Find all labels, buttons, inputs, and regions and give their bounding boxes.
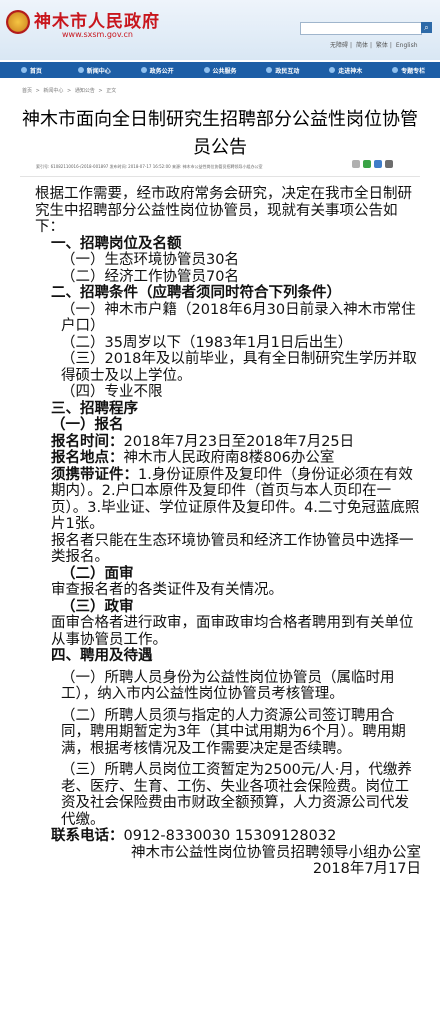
breadcrumb: 首页 > 新闻中心 > 通知公告 > 正文 (22, 87, 118, 94)
paragraph-text: （一）报名 (51, 417, 124, 433)
service-icon (203, 67, 210, 73)
article-paragraph: （二）35周岁以下（1983年1月1日后出生） (35, 335, 421, 352)
paragraph-text: 0912-8330030 15309128032 (123, 828, 337, 844)
close-icon[interactable] (385, 160, 393, 168)
article-paragraph: 神木市公益性岗位协管员招聘领导小组办公室 (35, 845, 421, 862)
breadcrumb-separator: > (98, 88, 103, 94)
article-paragraph: 报名地点：神木市人民政府南8楼806办公室 (35, 450, 421, 467)
article-paragraph: 报名者只能在生态环境协管员和经济工作协管员中选择一类报名。 (35, 533, 421, 566)
news-icon (77, 67, 84, 73)
chat-icon (266, 67, 273, 73)
landmark-icon (329, 67, 336, 73)
article-paragraph: 二、招聘条件（应聘者须同时符合下列条件） (35, 285, 421, 302)
field-label: 联系电话： (51, 828, 124, 844)
search-icon[interactable]: ⌕ (421, 22, 432, 33)
share-toolbar (352, 160, 393, 168)
article-paragraph: （三）所聘人员岗位工资暂定为2500元/人·月，代缴养老、医疗、生育、工伤、失业… (35, 762, 421, 828)
accessibility-link[interactable]: 无障碍 (330, 42, 348, 49)
article-paragraph: 面审合格者进行政审，面审政审均合格者聘用到有关单位从事协管员工作。 (35, 615, 421, 648)
article-paragraph: 须携带证件：1.身份证原件及复印件（身份证必须在有效期内）。2.户口本原件及复印… (35, 467, 421, 533)
field-label: 须携带证件： (51, 466, 138, 483)
breadcrumb-notices[interactable]: 通知公告 (75, 88, 95, 94)
article-paragraph: （四）专业不限 (35, 384, 421, 401)
article-paragraph: 四、聘用及待遇 (35, 648, 421, 665)
paragraph-text: 2018年7月23日至2018年7月25日 (123, 433, 355, 450)
paragraph-text: （三）所聘人员岗位工资暂定为2500元/人·月，代缴养老、医疗、生育、工伤、失业… (61, 762, 412, 828)
paragraph-text: 三、招聘程序 (51, 400, 138, 417)
article-paragraph: 2018年7月17日 (35, 861, 421, 878)
paragraph-text: （二）所聘人员须与指定的人力资源公司签订聘用合同，聘用期暂定为3年（其中试用期为… (61, 707, 406, 757)
article-paragraph: （三）政审 (35, 599, 421, 616)
nav-item-interaction[interactable]: 政民互动 (251, 66, 314, 75)
paragraph-text: （四）专业不限 (61, 384, 163, 400)
article-paragraph: （一）神木市户籍（2018年6月30日前录入神木市常住户口） (35, 302, 421, 335)
paragraph-text: 神木市公益性岗位协管员招聘领导小组办公室 (131, 844, 421, 861)
article-paragraph: （一）报名 (35, 417, 421, 434)
paragraph-text: 四、聘用及待遇 (51, 648, 153, 664)
national-emblem-icon (6, 10, 30, 34)
article-paragraph: （三）2018年及以前毕业，具有全日制研究生学历并取得硕士及以上学位。 (35, 351, 421, 384)
paragraph-text: （一）生态环境协管员30名 (61, 252, 239, 268)
site-title[interactable]: 神木市人民政府 (34, 7, 160, 32)
article-body: 根据工作需要，经市政府常务会研究，决定在我市全日制研究生中招聘部分公益性岗位协管… (35, 186, 421, 878)
nav-item-about-shenmu[interactable]: 走进神木 (314, 66, 377, 75)
wechat-icon[interactable] (363, 160, 371, 168)
print-icon[interactable] (352, 160, 360, 168)
paragraph-text: （一）神木市户籍（2018年6月30日前录入神木市常住户口） (61, 301, 416, 335)
traditional-chinese-link[interactable]: 繁体 (376, 42, 388, 49)
paragraph-text: （三）政审 (61, 598, 134, 615)
article-title: 神木市面向全日制研究生招聘部分公益性岗位协管员公告 (22, 109, 418, 158)
article-paragraph: 三、招聘程序 (35, 401, 421, 418)
paragraph-text: （二）经济工作协管员70名 (61, 268, 239, 285)
divider (20, 176, 420, 177)
field-label: 报名地点： (51, 450, 124, 466)
paragraph-text: 面审合格者进行政审，面审政审均合格者聘用到有关单位从事协管员工作。 (51, 615, 414, 648)
paragraph-text: 报名者只能在生态环境协管员和经济工作协管员中选择一类报名。 (51, 532, 414, 566)
breadcrumb-current: 正文 (106, 88, 117, 94)
article-paragraph: （一）所聘人员身份为公益性岗位协管员（属临时用工），纳入市内公益性岗位协管员考核… (35, 670, 421, 703)
field-label: 报名时间： (51, 433, 124, 450)
paragraph-text: 神木市人民政府南8楼806办公室 (123, 450, 335, 466)
article-paragraph: 报名时间：2018年7月23日至2018年7月25日 (35, 434, 421, 451)
paragraph-text: 二、招聘条件（应聘者须同时符合下列条件） (51, 285, 341, 301)
document-icon (140, 67, 147, 73)
weibo-icon[interactable] (374, 160, 382, 168)
nav-item-topics[interactable]: 专题专栏 (377, 66, 440, 75)
paragraph-text: （二）35周岁以下（1983年1月1日后出生） (61, 334, 353, 351)
paragraph-text: 审查报名者的各类证件及有关情况。 (51, 582, 283, 598)
home-icon (20, 67, 27, 73)
article-paragraph: 一、招聘岗位及名额 (35, 236, 421, 253)
search-input[interactable] (300, 22, 422, 35)
article-paragraph: 审查报名者的各类证件及有关情况。 (35, 582, 421, 599)
breadcrumb-news[interactable]: 新闻中心 (43, 88, 63, 94)
paragraph-text: （二）面审 (61, 565, 134, 582)
paragraph-text: 一、招聘岗位及名额 (51, 235, 182, 252)
nav-item-home[interactable]: 首页 (0, 66, 63, 75)
article-meta: 索引号: 61082110016-/2018-001897 发布时间: 2018… (36, 164, 263, 169)
nav-item-public-services[interactable]: 公共服务 (189, 66, 252, 75)
site-url: www.sxsm.gov.cn (62, 30, 133, 39)
site-header: 神木市人民政府 www.sxsm.gov.cn ⌕ 无障碍 | 简体 | 繁体 | E… (0, 0, 440, 60)
topic-icon (392, 67, 399, 73)
paragraph-text: 根据工作需要，经市政府常务会研究，决定在我市全日制研究生中招聘部分公益性岗位协管… (35, 186, 412, 235)
breadcrumb-home[interactable]: 首页 (22, 88, 32, 94)
paragraph-text: （三）2018年及以前毕业，具有全日制研究生学历并取得硕士及以上学位。 (61, 351, 417, 384)
main-nav: 首页 新闻中心 政务公开 公共服务 政民互动 走进神木 专题专栏 (0, 62, 440, 78)
paragraph-text: 2018年7月17日 (312, 861, 421, 877)
english-link[interactable]: English (396, 42, 418, 49)
breadcrumb-separator: > (67, 88, 72, 94)
article-paragraph: （二）所聘人员须与指定的人力资源公司签订聘用合同，聘用期暂定为3年（其中试用期为… (35, 708, 421, 758)
simplified-chinese-link[interactable]: 简体 (356, 42, 368, 49)
nav-item-government-affairs[interactable]: 政务公开 (126, 66, 189, 75)
article-paragraph: （一）生态环境协管员30名 (35, 252, 421, 269)
breadcrumb-separator: > (35, 88, 40, 94)
nav-item-news[interactable]: 新闻中心 (63, 66, 126, 75)
article-paragraph: （二）经济工作协管员70名 (35, 269, 421, 286)
article-paragraph: 根据工作需要，经市政府常务会研究，决定在我市全日制研究生中招聘部分公益性岗位协管… (35, 186, 421, 236)
header-links: 无障碍 | 简体 | 繁体 | English (330, 42, 418, 49)
article-paragraph: 联系电话：0912-8330030 15309128032 (35, 828, 421, 845)
paragraph-text: （一）所聘人员身份为公益性岗位协管员（属临时用工），纳入市内公益性岗位协管员考核… (61, 669, 395, 703)
article-paragraph: （二）面审 (35, 566, 421, 583)
